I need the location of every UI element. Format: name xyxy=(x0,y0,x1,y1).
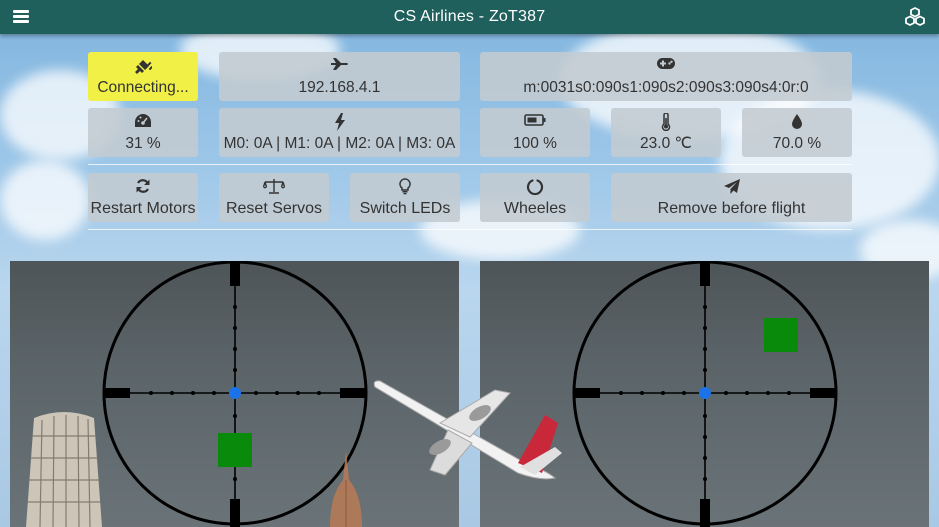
switch-leds-label: Switch LEDs xyxy=(359,200,451,217)
switch-leds-button[interactable]: Switch LEDs xyxy=(350,173,460,222)
remove-before-flight-label: Remove before flight xyxy=(657,200,806,217)
reset-servos-label: Reset Servos xyxy=(225,200,323,217)
remove-before-flight-button[interactable]: Remove before flight xyxy=(611,173,852,222)
restart-motors-label: Restart Motors xyxy=(90,200,196,217)
wheeles-button[interactable]: Wheeles xyxy=(480,173,590,222)
lightbulb-icon xyxy=(350,178,460,196)
humidity-panel: 70.0 % xyxy=(742,108,852,157)
humidity-value: 70.0 % xyxy=(772,135,822,152)
motors-panel: M0: 0A | M1: 0A | M2: 0A | M3: 0A xyxy=(219,108,460,157)
spire-illustration xyxy=(330,450,362,527)
circle-notch-icon xyxy=(480,178,590,196)
wheeles-label: Wheeles xyxy=(503,200,567,217)
divider xyxy=(88,164,852,165)
controller-panel: m:0031s0:090s1:090s2:090s3:090s4:0r:0 xyxy=(480,52,852,101)
airplane-illustration xyxy=(373,380,562,480)
app-title: CS Airlines - ZoT387 xyxy=(393,8,546,25)
restart-motors-button[interactable]: Restart Motors xyxy=(88,173,198,222)
thermometer-icon xyxy=(611,113,721,131)
divider xyxy=(88,229,852,230)
temperature-panel: 23.0 ℃ xyxy=(611,108,721,157)
tower-illustration xyxy=(26,412,102,527)
cubes-icon[interactable] xyxy=(904,7,926,27)
gamepad-icon xyxy=(480,57,852,75)
controller-values-text: m:0031s0:090s1:090s2:090s3:090s4:0r:0 xyxy=(523,79,809,96)
lightning-icon xyxy=(219,113,460,131)
throttle-panel: 31 % xyxy=(88,108,198,157)
joystick-position-marker[interactable] xyxy=(764,318,798,352)
dashboard-icon xyxy=(88,113,198,131)
paper-plane-icon xyxy=(611,178,852,196)
battery-panel: 100 % xyxy=(480,108,590,157)
app-header: CS Airlines - ZoT387 xyxy=(0,0,939,34)
joystick-position-marker[interactable] xyxy=(218,433,252,467)
throttle-value: 31 % xyxy=(125,135,161,152)
connection-status-text: Connecting... xyxy=(97,79,189,96)
connection-status-panel: Connecting... xyxy=(88,52,198,101)
refresh-icon xyxy=(88,178,198,196)
droplet-icon xyxy=(742,113,852,131)
plane-icon xyxy=(219,57,460,75)
address-panel: 192.168.4.1 xyxy=(219,52,460,101)
battery-icon xyxy=(480,113,590,131)
joystick-center-dot xyxy=(229,387,241,399)
plug-icon xyxy=(88,57,198,75)
ip-address-text: 192.168.4.1 xyxy=(298,79,381,96)
reset-servos-button[interactable]: Reset Servos xyxy=(219,173,329,222)
temperature-value: 23.0 ℃ xyxy=(640,135,692,152)
balance-scale-icon xyxy=(219,178,329,196)
joystick-center-dot xyxy=(699,387,711,399)
motor-currents-text: M0: 0A | M1: 0A | M2: 0A | M3: 0A xyxy=(223,135,456,152)
battery-value: 100 % xyxy=(513,135,557,152)
